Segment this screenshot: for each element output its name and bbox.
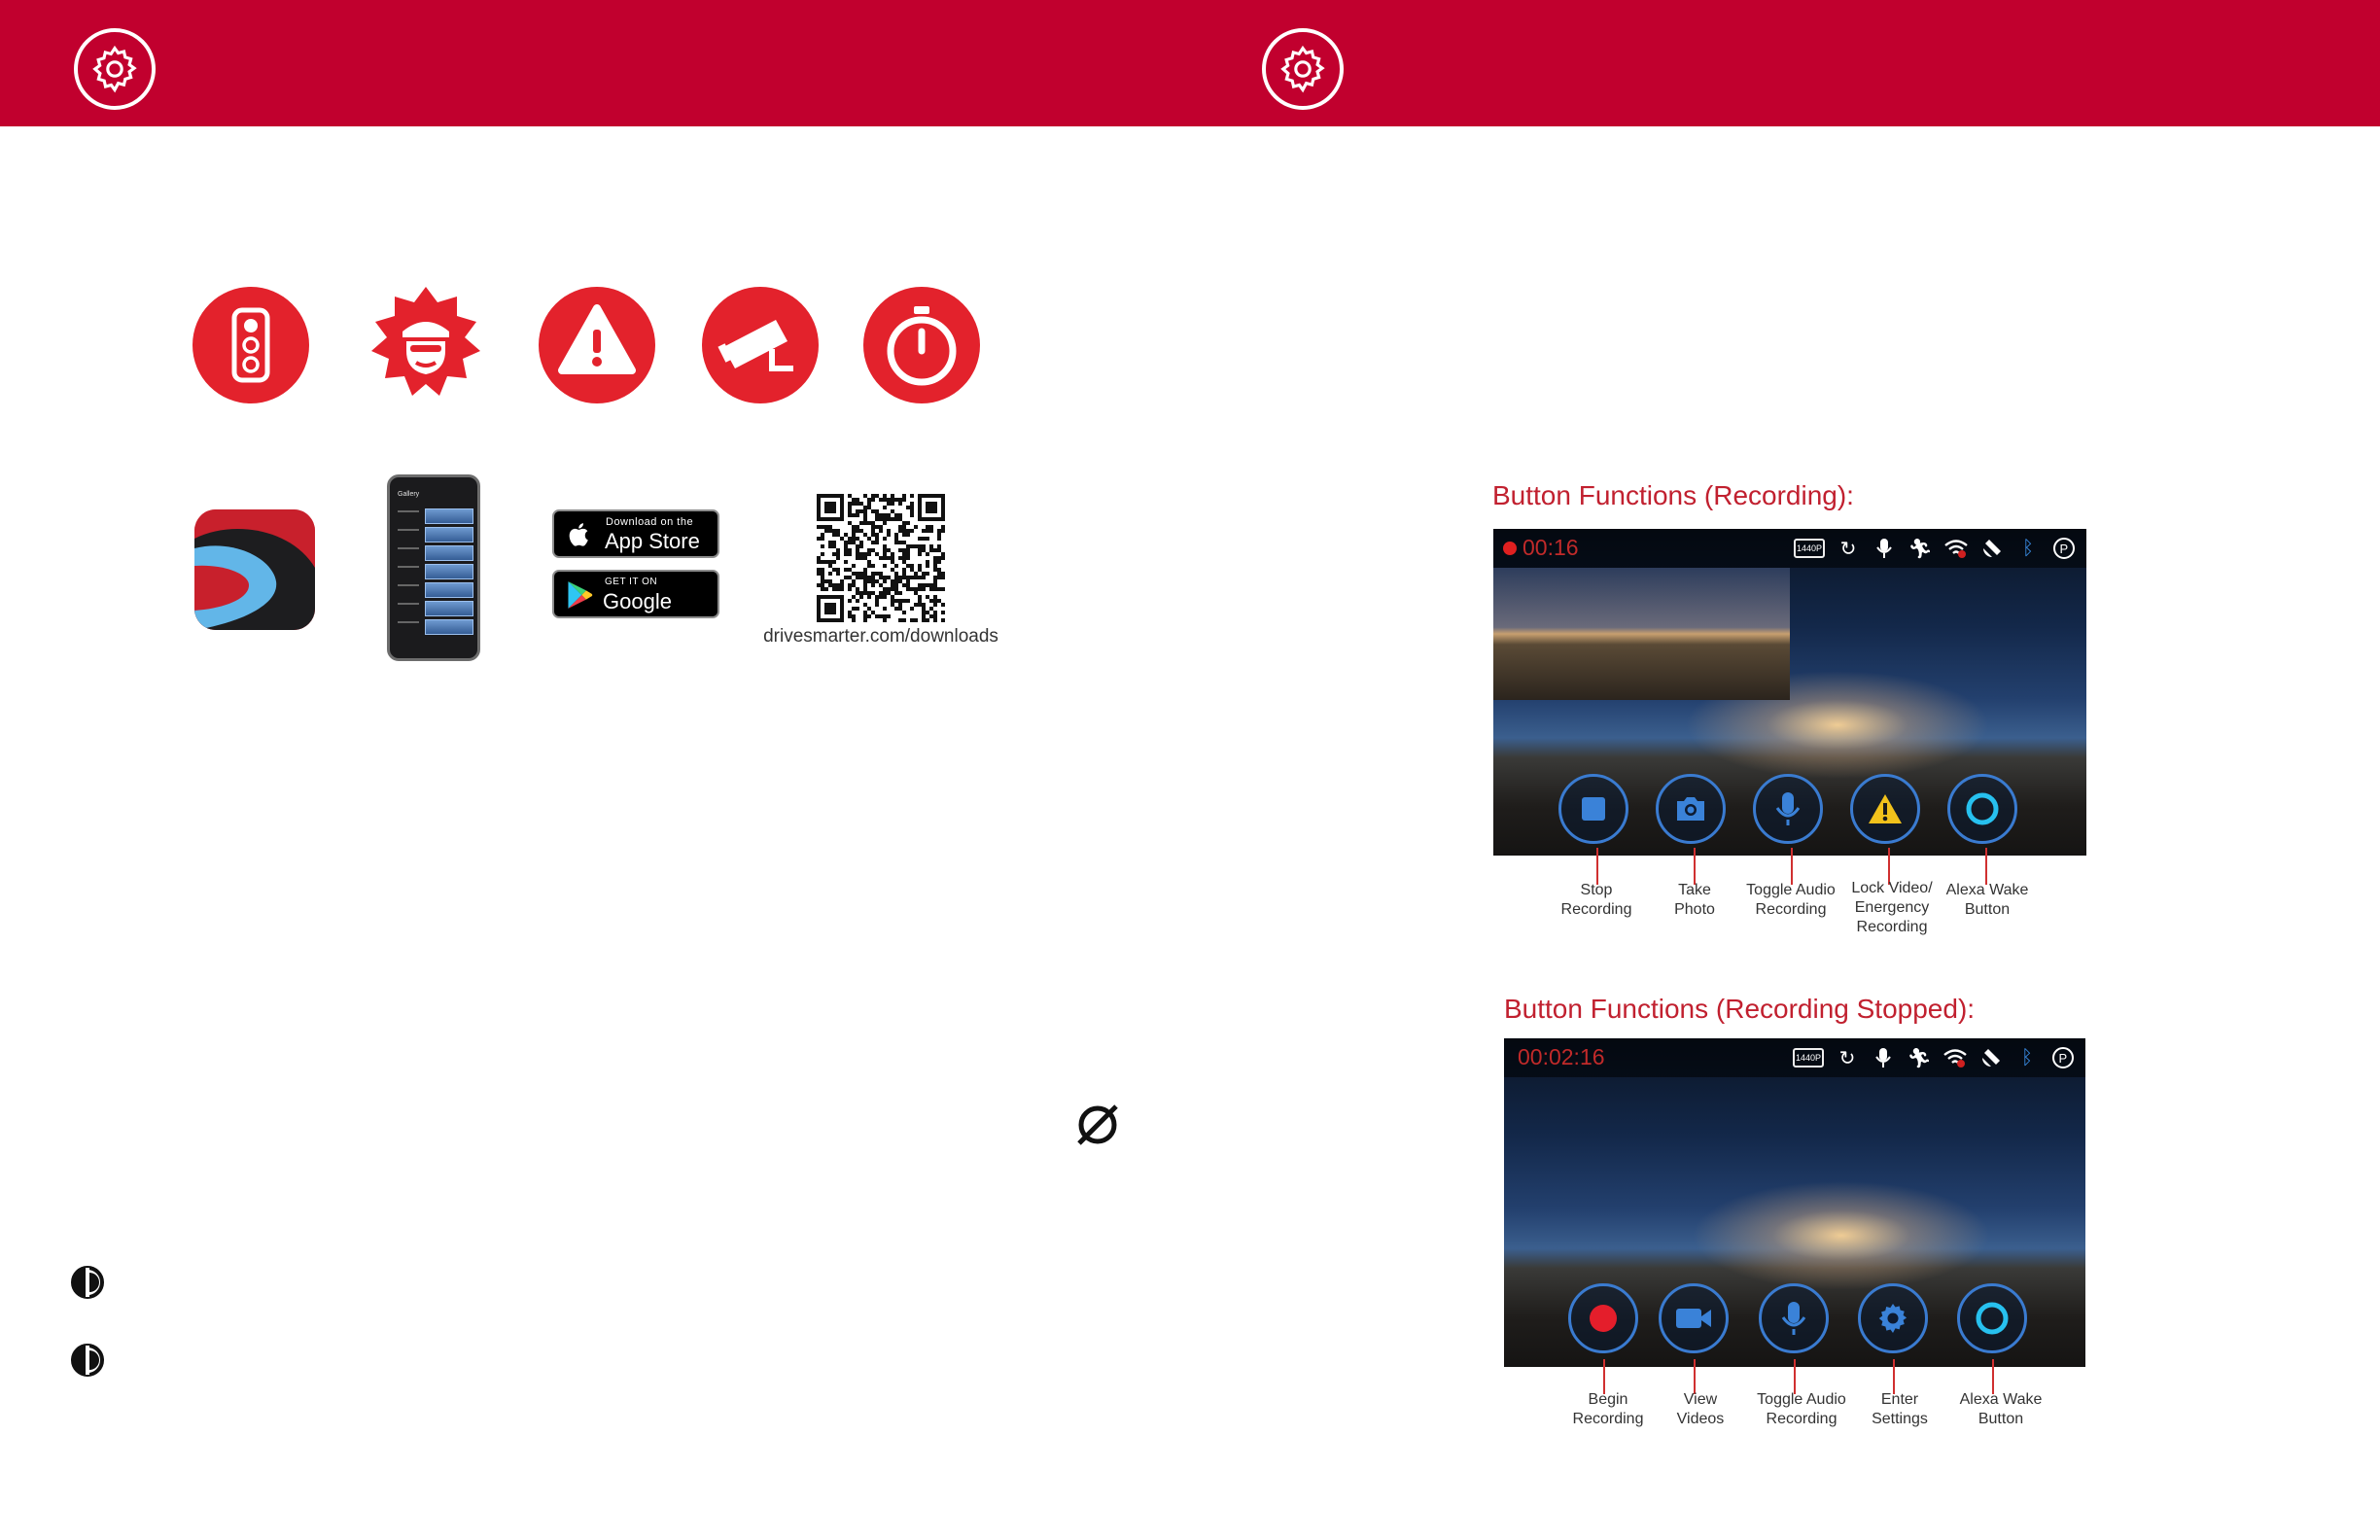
status-bar: 00:16 1440P ↻ 🏃︎ ᛒ P: [1493, 529, 2086, 568]
police-officer-icon: [371, 287, 480, 396]
empty-set-icon: [1077, 1104, 1118, 1145]
app-logo: [194, 509, 315, 630]
app-store-big-label: App Store: [605, 529, 700, 553]
app-store-badge[interactable]: Download on the App Store: [552, 509, 719, 558]
qr-code[interactable]: [817, 494, 945, 622]
phone-gallery-screenshot: Gallery: [387, 474, 480, 661]
security-camera-icon: [702, 287, 819, 403]
leader-line: [1791, 848, 1793, 885]
status-icon-group: 1440P ↻ 🏃︎ ᛒ P: [1794, 536, 2077, 561]
split-circle-icon: [71, 1344, 104, 1377]
alexa-wake-label: Alexa Wake Button: [1959, 1391, 2043, 1427]
pip-preview: [1493, 568, 1790, 700]
toggle-audio-label: Toggle Audio Recording: [1746, 882, 1836, 918]
toggle-audio-button[interactable]: [1753, 774, 1823, 844]
take-photo-button[interactable]: [1656, 774, 1726, 844]
motion-detect-icon: 🏃︎: [1907, 1047, 1932, 1069]
header-bar: [0, 0, 2380, 126]
google-play-icon: [568, 581, 593, 609]
phone-screen-title: Gallery: [398, 491, 420, 498]
recording-timer: 00:02:16: [1518, 1044, 1605, 1069]
split-circle-icon: [71, 1266, 104, 1299]
lock-video-button[interactable]: [1850, 774, 1920, 844]
alexa-wake-button[interactable]: [1957, 1283, 2027, 1353]
recording-timer: 00:16: [1522, 535, 1579, 560]
google-play-big-label: Google Play: [603, 589, 672, 639]
parking-icon: P: [2050, 1045, 2076, 1070]
microphone-icon: [1871, 1045, 1896, 1070]
traffic-light-icon: [192, 287, 309, 403]
begin-recording-button[interactable]: [1568, 1283, 1638, 1353]
leader-line: [1596, 848, 1598, 885]
motion-detect-icon: 🏃︎: [1908, 538, 1933, 560]
recording-screen: 00:16 1440P ↻ 🏃︎ ᛒ P: [1493, 529, 2086, 856]
view-videos-button[interactable]: [1659, 1283, 1729, 1353]
recording-indicator-dot: [1503, 542, 1517, 555]
google-play-small-label: GET IT ON: [605, 577, 658, 587]
app-store-small-label: Download on the: [606, 516, 694, 528]
wifi-off-icon: [1943, 536, 1969, 561]
status-bar: 00:02:16 1440P ↻ 🏃︎ ᛒ P: [1504, 1038, 2085, 1077]
stopped-screen: 00:02:16 1440P ↻ 🏃︎ ᛒ P: [1504, 1038, 2085, 1367]
svg-text:P: P: [2060, 542, 2069, 556]
bluetooth-icon: ᛒ: [2021, 1046, 2033, 1068]
svg-text:P: P: [2059, 1051, 2068, 1066]
enter-settings-label: Enter Settings: [1872, 1391, 1928, 1427]
satellite-icon: [1978, 1045, 2004, 1070]
parking-icon: P: [2051, 536, 2077, 561]
leader-line: [1985, 848, 1987, 885]
view-videos-label: View Videos: [1676, 1391, 1725, 1427]
resolution-badge-icon: 1440P: [1793, 1048, 1824, 1068]
wifi-off-icon: [1942, 1045, 1968, 1070]
enter-settings-button[interactable]: [1858, 1283, 1928, 1353]
leader-line: [1694, 848, 1696, 885]
microphone-icon: [1872, 536, 1897, 561]
apple-icon: [569, 523, 588, 546]
leader-line: [1992, 1359, 1994, 1394]
status-icon-group: 1440P ↻ 🏃︎ ᛒ P: [1793, 1045, 2076, 1070]
bluetooth-icon: ᛒ: [2022, 537, 2034, 559]
toggle-audio-button[interactable]: [1759, 1283, 1829, 1353]
recording-section-title: Button Functions (Recording):: [1492, 480, 1854, 510]
gear-icon: [1262, 28, 1344, 110]
leader-line: [1603, 1359, 1605, 1394]
alexa-wake-button[interactable]: [1947, 774, 2017, 844]
gear-icon: [74, 28, 156, 110]
google-play-badge[interactable]: GET IT ON Google Play: [552, 570, 719, 639]
alexa-wake-label: Alexa Wake Button: [1945, 882, 2029, 918]
satellite-icon: [1979, 536, 2005, 561]
download-url[interactable]: drivesmarter.com/downloads: [754, 626, 1007, 648]
loop-3-icon: ↻: [1838, 1047, 1856, 1069]
stopped-section-title: Button Functions (Recording Stopped):: [1504, 994, 1976, 1024]
resolution-badge-icon: 1440P: [1794, 539, 1825, 558]
loop-3-icon: ↻: [1839, 538, 1857, 560]
leader-line: [1694, 1359, 1696, 1394]
stop-recording-button[interactable]: [1558, 774, 1628, 844]
leader-line: [1893, 1359, 1895, 1394]
warning-icon: [539, 287, 655, 403]
leader-line: [1794, 1359, 1796, 1394]
stopwatch-icon: [863, 287, 980, 403]
